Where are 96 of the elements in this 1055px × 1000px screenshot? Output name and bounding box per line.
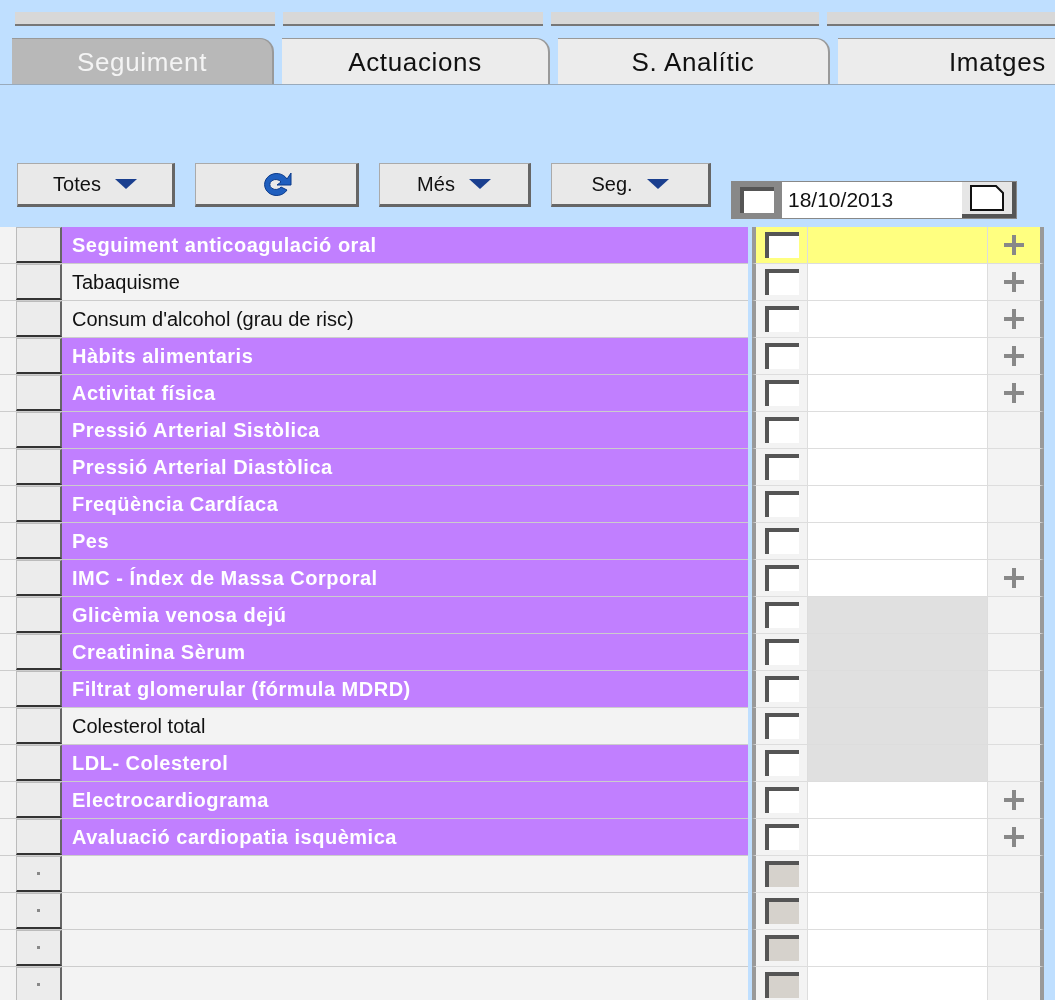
dropdown-button[interactable]: Més bbox=[379, 163, 531, 207]
value-field[interactable] bbox=[808, 227, 988, 263]
dropdown-button[interactable]: Totes bbox=[17, 163, 175, 207]
row-label: Pressió Arterial Diastòlica bbox=[62, 449, 748, 485]
row-header-button[interactable] bbox=[16, 375, 62, 411]
plus-icon[interactable] bbox=[1003, 789, 1025, 811]
value-field[interactable] bbox=[808, 338, 988, 374]
toolbar-button[interactable] bbox=[15, 12, 275, 26]
row-label: Freqüència Cardíaca bbox=[62, 486, 748, 522]
value-field[interactable] bbox=[808, 523, 988, 559]
plus-icon[interactable] bbox=[1003, 567, 1025, 589]
value-field[interactable] bbox=[808, 856, 988, 892]
caret-icon bbox=[114, 179, 137, 189]
toolbar-button[interactable] bbox=[826, 12, 1055, 26]
value-field[interactable] bbox=[808, 782, 988, 818]
plus-icon[interactable] bbox=[1003, 345, 1025, 367]
checkbox[interactable] bbox=[764, 380, 799, 406]
tab[interactable]: Imatges bbox=[838, 38, 1055, 84]
row-header-button[interactable] bbox=[16, 227, 62, 263]
value-field[interactable] bbox=[808, 893, 988, 929]
plus-icon[interactable] bbox=[1003, 271, 1025, 293]
row-label: Filtrat glomerular (fórmula MDRD) bbox=[62, 671, 748, 707]
value-field[interactable] bbox=[808, 930, 988, 966]
row-label: Seguiment anticoagulació oral bbox=[62, 227, 748, 263]
tab[interactable]: Actuacions bbox=[282, 38, 550, 84]
value-field[interactable] bbox=[808, 967, 988, 1000]
value-field[interactable] bbox=[808, 375, 988, 411]
value-field[interactable] bbox=[808, 301, 988, 337]
row-label: IMC - Índex de Massa Corporal bbox=[62, 560, 748, 596]
new-page-button[interactable] bbox=[962, 182, 1016, 218]
date-text: 18/10/2013 bbox=[782, 182, 962, 218]
page-icon bbox=[970, 185, 1004, 211]
row-header-button[interactable] bbox=[16, 708, 62, 744]
row-header-button[interactable] bbox=[16, 782, 62, 818]
plus-icon[interactable] bbox=[1003, 826, 1025, 848]
value-field[interactable] bbox=[808, 486, 988, 522]
value-field[interactable] bbox=[808, 560, 988, 596]
plus-icon[interactable] bbox=[1003, 234, 1025, 256]
checkbox[interactable] bbox=[764, 787, 799, 813]
row-label: Pes bbox=[62, 523, 748, 559]
dropdown-button[interactable]: Seg. bbox=[551, 163, 711, 207]
checkbox[interactable] bbox=[764, 454, 799, 480]
caret-icon bbox=[468, 179, 491, 189]
checkbox[interactable] bbox=[764, 306, 799, 332]
tab[interactable]: S. Analític bbox=[558, 38, 830, 84]
checkbox[interactable] bbox=[764, 824, 799, 850]
row-header-button[interactable] bbox=[16, 449, 62, 485]
value-field[interactable] bbox=[808, 449, 988, 485]
table-cell bbox=[988, 930, 1040, 966]
row-label: Creatinina Sèrum bbox=[62, 634, 748, 670]
row-label: Consum d'alcohol (grau de risc) bbox=[71, 307, 355, 332]
row-label: Electrocardiograma bbox=[62, 782, 748, 818]
checkbox[interactable] bbox=[764, 269, 799, 295]
value-field[interactable] bbox=[808, 412, 988, 448]
row-label: Activitat física bbox=[62, 375, 748, 411]
row-label: Hàbits alimentaris bbox=[62, 338, 748, 374]
row-label: Colesterol total bbox=[71, 714, 207, 739]
checkbox[interactable] bbox=[764, 343, 799, 369]
refresh-button[interactable] bbox=[195, 163, 359, 207]
value-field[interactable] bbox=[808, 819, 988, 855]
row-header-button[interactable] bbox=[16, 486, 62, 522]
row-header-button[interactable] bbox=[16, 264, 62, 300]
row-header-button[interactable] bbox=[16, 745, 62, 781]
checkbox[interactable] bbox=[764, 565, 799, 591]
table-cell bbox=[988, 708, 1040, 744]
checkbox[interactable] bbox=[764, 528, 799, 554]
table-cell bbox=[988, 671, 1040, 707]
table-cell bbox=[988, 486, 1040, 522]
toolbar-button[interactable] bbox=[282, 12, 543, 26]
row-header-button[interactable] bbox=[16, 671, 62, 707]
row-label: Pressió Arterial Sistòlica bbox=[62, 412, 748, 448]
row-header-button[interactable] bbox=[16, 560, 62, 596]
plus-icon[interactable] bbox=[1003, 308, 1025, 330]
table-cell bbox=[988, 967, 1040, 1000]
row-header-button[interactable] bbox=[16, 412, 62, 448]
row-header-button[interactable] bbox=[16, 634, 62, 670]
value-field[interactable] bbox=[808, 264, 988, 300]
row-header-button[interactable] bbox=[16, 597, 62, 633]
checkbox[interactable] bbox=[764, 417, 799, 443]
checkbox[interactable] bbox=[764, 491, 799, 517]
row-header-button[interactable] bbox=[16, 819, 62, 855]
row-label: Avaluació cardiopatia isquèmica bbox=[62, 819, 748, 855]
plus-icon[interactable] bbox=[1003, 382, 1025, 404]
row-label: LDL- Colesterol bbox=[62, 745, 748, 781]
row-header-button[interactable] bbox=[16, 338, 62, 374]
toolbar-button[interactable] bbox=[550, 12, 819, 26]
row-label: Tabaquisme bbox=[71, 270, 181, 295]
row-header-button[interactable] bbox=[16, 523, 62, 559]
table-cell bbox=[988, 893, 1040, 929]
table-cell bbox=[988, 634, 1040, 670]
table-cell bbox=[988, 449, 1040, 485]
checkbox[interactable] bbox=[764, 232, 799, 258]
checkbox[interactable] bbox=[740, 187, 774, 213]
row-label: Glicèmia venosa dejú bbox=[62, 597, 748, 633]
caret-icon bbox=[646, 179, 669, 189]
row-header-button[interactable] bbox=[16, 301, 62, 337]
